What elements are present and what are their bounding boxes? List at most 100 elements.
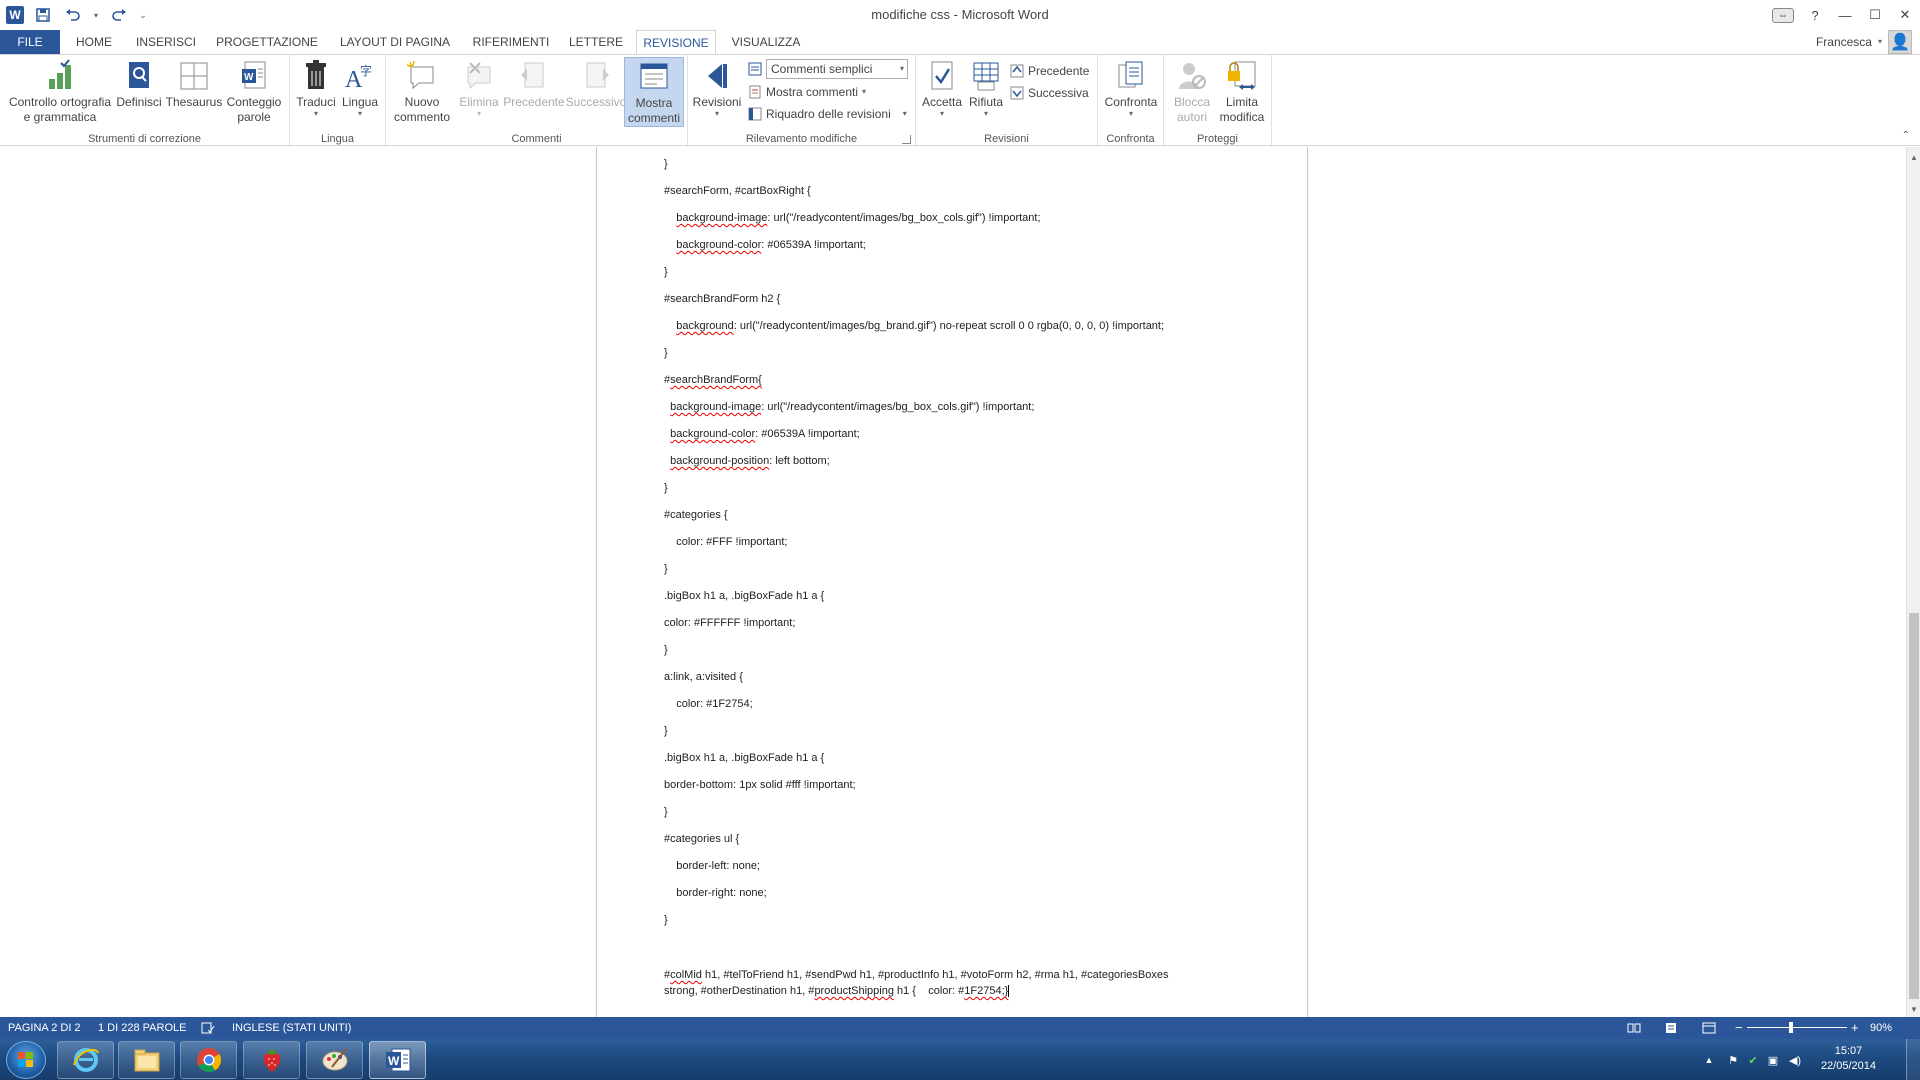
internet-explorer-icon[interactable] xyxy=(57,1041,114,1079)
tab-home[interactable]: HOME xyxy=(72,30,116,54)
document-line[interactable]: } xyxy=(664,725,668,737)
web-layout-icon[interactable] xyxy=(1702,1017,1716,1039)
markup-select-arrow-icon[interactable]: ▾ xyxy=(900,60,904,78)
tab-view[interactable]: VISUALIZZA xyxy=(726,30,806,54)
reject-dropdown-icon[interactable]: ▾ xyxy=(984,110,988,118)
document-line[interactable]: .bigBox h1 a, .bigBoxFade h1 a { xyxy=(664,752,824,764)
tab-references[interactable]: RIFERIMENTI xyxy=(472,30,550,54)
markup-select[interactable]: Commenti semplici ▾ xyxy=(766,59,908,79)
collapse-ribbon-icon[interactable]: ⌃ xyxy=(1902,130,1910,141)
show-comments-button[interactable]: Mostra commenti xyxy=(624,57,684,127)
display-for-review-dropdown[interactable] xyxy=(748,59,762,79)
scroll-thumb[interactable] xyxy=(1909,613,1919,999)
restrict-editing-button[interactable]: Limita modifica xyxy=(1216,59,1268,125)
clock[interactable]: 15:07 22/05/2014 xyxy=(1821,1044,1876,1074)
document-line[interactable]: } xyxy=(664,266,668,278)
tab-insert[interactable]: INSERISCI xyxy=(134,30,198,54)
document-line[interactable]: #searchBrandForm h2 { xyxy=(664,293,780,305)
chrome-icon[interactable] xyxy=(180,1041,237,1079)
document-line[interactable]: border-left: none; xyxy=(664,860,760,872)
document-line[interactable]: background-color: #06539A !important; xyxy=(664,239,866,251)
document-line[interactable]: color: #FFF !important; xyxy=(664,536,787,548)
document-line[interactable]: border-bottom: 1px solid #fff !important… xyxy=(664,779,856,791)
network-icon[interactable]: ▣ xyxy=(1766,1053,1780,1067)
zoom-in-icon[interactable]: + xyxy=(1851,1017,1859,1039)
document-line[interactable]: .bigBox h1 a, .bigBoxFade h1 a { xyxy=(664,590,824,602)
word-count-button[interactable]: W Conteggio parole xyxy=(222,59,286,125)
show-hidden-icons-icon[interactable]: ▲ xyxy=(1702,1053,1716,1067)
file-explorer-icon[interactable] xyxy=(118,1041,175,1079)
read-mode-icon[interactable] xyxy=(1627,1017,1641,1039)
document-line[interactable]: } xyxy=(664,482,668,494)
tab-design[interactable]: PROGETTAZIONE xyxy=(216,30,318,54)
word-taskbar-icon[interactable]: W xyxy=(369,1041,426,1079)
final-line-2[interactable]: strong, #otherDestination h1, #productSh… xyxy=(664,985,1010,998)
tab-review[interactable]: REVISIONE xyxy=(636,30,716,54)
document-line[interactable]: } xyxy=(664,563,668,575)
reject-button[interactable]: Rifiuta ▾ xyxy=(964,59,1008,118)
user-name[interactable]: Francesca xyxy=(1816,35,1872,49)
document-line[interactable]: background-image: url("/readycontent/ima… xyxy=(664,212,1040,224)
document-line[interactable]: } xyxy=(664,644,668,656)
compare-button[interactable]: Confronta ▾ xyxy=(1104,59,1158,118)
tab-file[interactable]: FILE xyxy=(0,30,60,54)
strawberry-app-icon[interactable] xyxy=(243,1041,300,1079)
minimize-icon[interactable]: — xyxy=(1830,0,1860,30)
user-account[interactable]: Francesca ▾ 👤 xyxy=(1816,30,1912,54)
document-line[interactable]: color: #FFFFFF !important; xyxy=(664,617,795,629)
volume-icon[interactable]: ◀) xyxy=(1788,1053,1802,1067)
paint-icon[interactable] xyxy=(306,1041,363,1079)
document-line[interactable]: #categories ul { xyxy=(664,833,739,845)
language-status[interactable]: INGLESE (STATI UNITI) xyxy=(232,1017,351,1039)
zoom-slider-thumb[interactable] xyxy=(1789,1022,1794,1033)
new-comment-button[interactable]: Nuovo commento xyxy=(390,59,454,125)
spelling-grammar-button[interactable]: Controllo ortografia e grammatica xyxy=(4,59,116,125)
compare-dropdown-icon[interactable]: ▾ xyxy=(1129,110,1133,118)
user-dropdown-icon[interactable]: ▾ xyxy=(1878,38,1882,46)
next-comment-button[interactable]: Successivo xyxy=(564,59,628,110)
scroll-down-icon[interactable]: ▼ xyxy=(1907,1002,1920,1016)
document-page[interactable]: } #searchForm, #cartBoxRight { background… xyxy=(596,147,1308,1017)
thesaurus-button[interactable]: Thesaurus xyxy=(164,59,224,110)
accept-button[interactable]: Accetta ▾ xyxy=(920,59,964,118)
show-desktop-button[interactable] xyxy=(1906,1039,1920,1080)
scroll-up-icon[interactable]: ▲ xyxy=(1907,150,1920,164)
block-authors-button[interactable]: Blocca autori xyxy=(1168,59,1216,125)
reviewing-pane-dropdown-icon[interactable]: ▾ xyxy=(903,110,907,118)
help-icon[interactable]: ? xyxy=(1800,0,1830,30)
next-change-button[interactable]: Successiva xyxy=(1010,83,1089,103)
ribbon-display-options-icon[interactable]: ⇔ xyxy=(1766,0,1800,30)
previous-change-button[interactable]: Precedente xyxy=(1010,61,1089,81)
sync-status-icon[interactable]: ✔ xyxy=(1746,1053,1760,1067)
delete-dropdown-icon[interactable]: ▾ xyxy=(477,110,481,118)
show-markup-button[interactable]: Mostra commenti ▾ xyxy=(748,82,866,102)
zoom-out-icon[interactable]: − xyxy=(1735,1017,1743,1039)
document-line[interactable]: background-image: url("/readycontent/ima… xyxy=(664,401,1034,413)
language-dropdown-icon[interactable]: ▾ xyxy=(358,110,362,118)
document-line[interactable]: a:link, a:visited { xyxy=(664,671,743,683)
page-count[interactable]: PAGINA 2 DI 2 xyxy=(8,1017,81,1039)
translate-dropdown-icon[interactable]: ▾ xyxy=(314,110,318,118)
print-layout-icon[interactable] xyxy=(1664,1017,1678,1039)
document-line[interactable]: #categories { xyxy=(664,509,728,521)
document-line[interactable]: } xyxy=(664,914,668,926)
tab-page-layout[interactable]: LAYOUT DI PAGINA xyxy=(336,30,454,54)
define-button[interactable]: Definisci xyxy=(114,59,164,110)
maximize-icon[interactable]: ☐ xyxy=(1860,0,1890,30)
tab-mailings[interactable]: LETTERE xyxy=(568,30,624,54)
zoom-slider[interactable] xyxy=(1747,1027,1847,1028)
document-line[interactable]: background: url("/readycontent/images/bg… xyxy=(664,320,1164,332)
reviewing-pane-button[interactable]: Riquadro delle revisioni ▾ xyxy=(748,104,907,124)
document-line[interactable]: } xyxy=(664,158,668,170)
document-line[interactable]: background-position: left bottom; xyxy=(664,455,830,467)
final-line-1[interactable]: #colMid h1, #telToFriend h1, #sendPwd h1… xyxy=(664,969,1168,981)
document-line[interactable]: border-right: none; xyxy=(664,887,767,899)
show-markup-dropdown-icon[interactable]: ▾ xyxy=(862,88,866,96)
track-changes-button[interactable]: Revisioni ▾ xyxy=(692,59,742,118)
tracking-dialog-launcher-icon[interactable] xyxy=(902,135,911,144)
previous-comment-button[interactable]: Precedente xyxy=(502,59,566,110)
action-center-flag-icon[interactable]: ⚑ xyxy=(1726,1053,1740,1067)
word-count[interactable]: 1 DI 228 PAROLE xyxy=(98,1017,186,1039)
accept-dropdown-icon[interactable]: ▾ xyxy=(940,110,944,118)
zoom-level[interactable]: 90% xyxy=(1870,1017,1892,1039)
